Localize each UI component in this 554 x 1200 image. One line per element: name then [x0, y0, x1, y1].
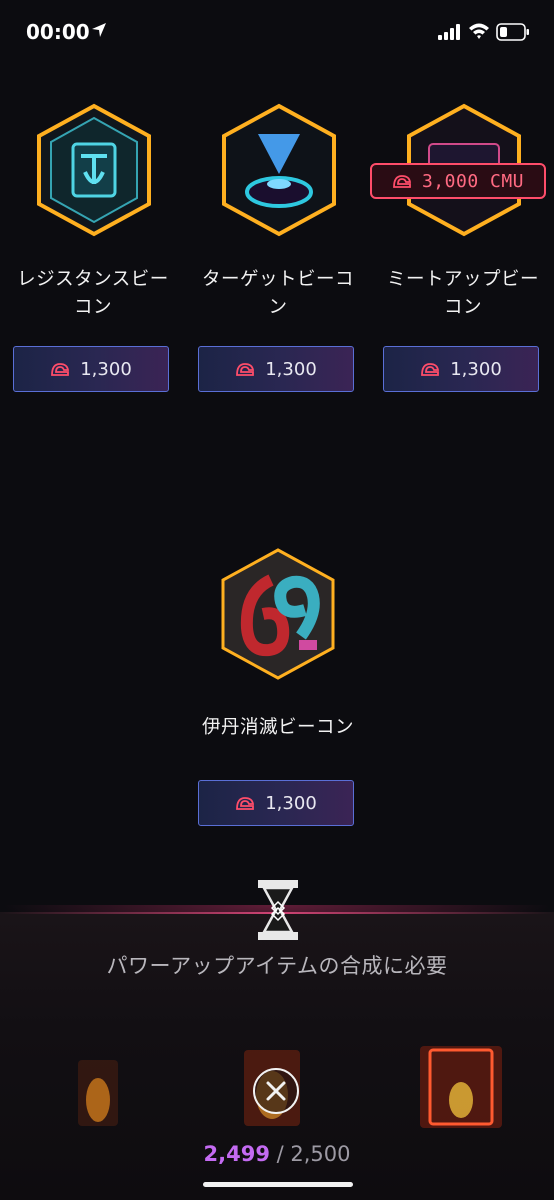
beacon-name: 伊丹消滅ビーコン: [201, 717, 354, 738]
beacon-name: レジスタンスビーコン: [17, 269, 169, 318]
beacon-card-resistance: レジスタンスビーコン 1,300: [13, 100, 173, 400]
inventory-max: 2,500: [290, 1142, 351, 1166]
cmu-icon: [51, 363, 70, 376]
wifi-icon: [469, 23, 489, 39]
beacon-card-target: ターゲットビーコン 1,300: [198, 100, 358, 400]
requirement-text: パワーアップアイテムの合成に必要: [106, 954, 448, 978]
buy-button[interactable]: 1,300: [383, 346, 539, 392]
status-time: 00:00: [26, 20, 90, 44]
close-icon: [266, 1081, 286, 1101]
itami-69-beacon-icon[interactable]: [212, 544, 344, 684]
beacon-name: ターゲットビーコン: [201, 269, 354, 318]
buy-button[interactable]: 1,300: [198, 346, 354, 392]
cellular-signal-icon: [438, 24, 460, 40]
buy-button[interactable]: 1,300: [13, 346, 169, 392]
beacon-card-meetup: ミートアップビーコン 1,300: [383, 100, 543, 400]
price-label: 1,300: [265, 358, 317, 380]
cmu-icon: [393, 175, 412, 188]
cmu-price-tag: 3,000 CMU: [370, 163, 546, 199]
price-label: 1,300: [265, 792, 317, 814]
price-label: 1,300: [450, 358, 502, 380]
hourglass-icon: [258, 880, 298, 940]
battery-icon: [496, 23, 529, 41]
close-button[interactable]: [253, 1068, 299, 1114]
inventory-separator: /: [269, 1142, 291, 1166]
cmu-icon: [236, 797, 255, 810]
home-indicator[interactable]: [203, 1182, 353, 1187]
cmu-icon: [421, 363, 440, 376]
cmu-icon: [236, 363, 255, 376]
cmu-tag-label: 3,000 CMU: [421, 170, 525, 192]
powerup-item-icon: [420, 1046, 502, 1128]
resistance-beacon-icon[interactable]: [29, 100, 159, 240]
location-arrow-icon: [92, 23, 106, 37]
target-beacon-icon[interactable]: [214, 100, 344, 240]
beacon-card-itami: 伊丹消滅ビーコン 1,300: [198, 544, 358, 844]
status-bar: 00:00: [0, 0, 554, 66]
beacon-name: ミートアップビーコン: [386, 269, 539, 318]
inventory-count: 2,499 / 2,500: [0, 1142, 554, 1166]
inventory-current: 2,499: [203, 1142, 270, 1166]
price-label: 1,300: [80, 358, 132, 380]
buy-button[interactable]: 1,300: [198, 780, 354, 826]
powerup-item-icon: [78, 1060, 118, 1126]
